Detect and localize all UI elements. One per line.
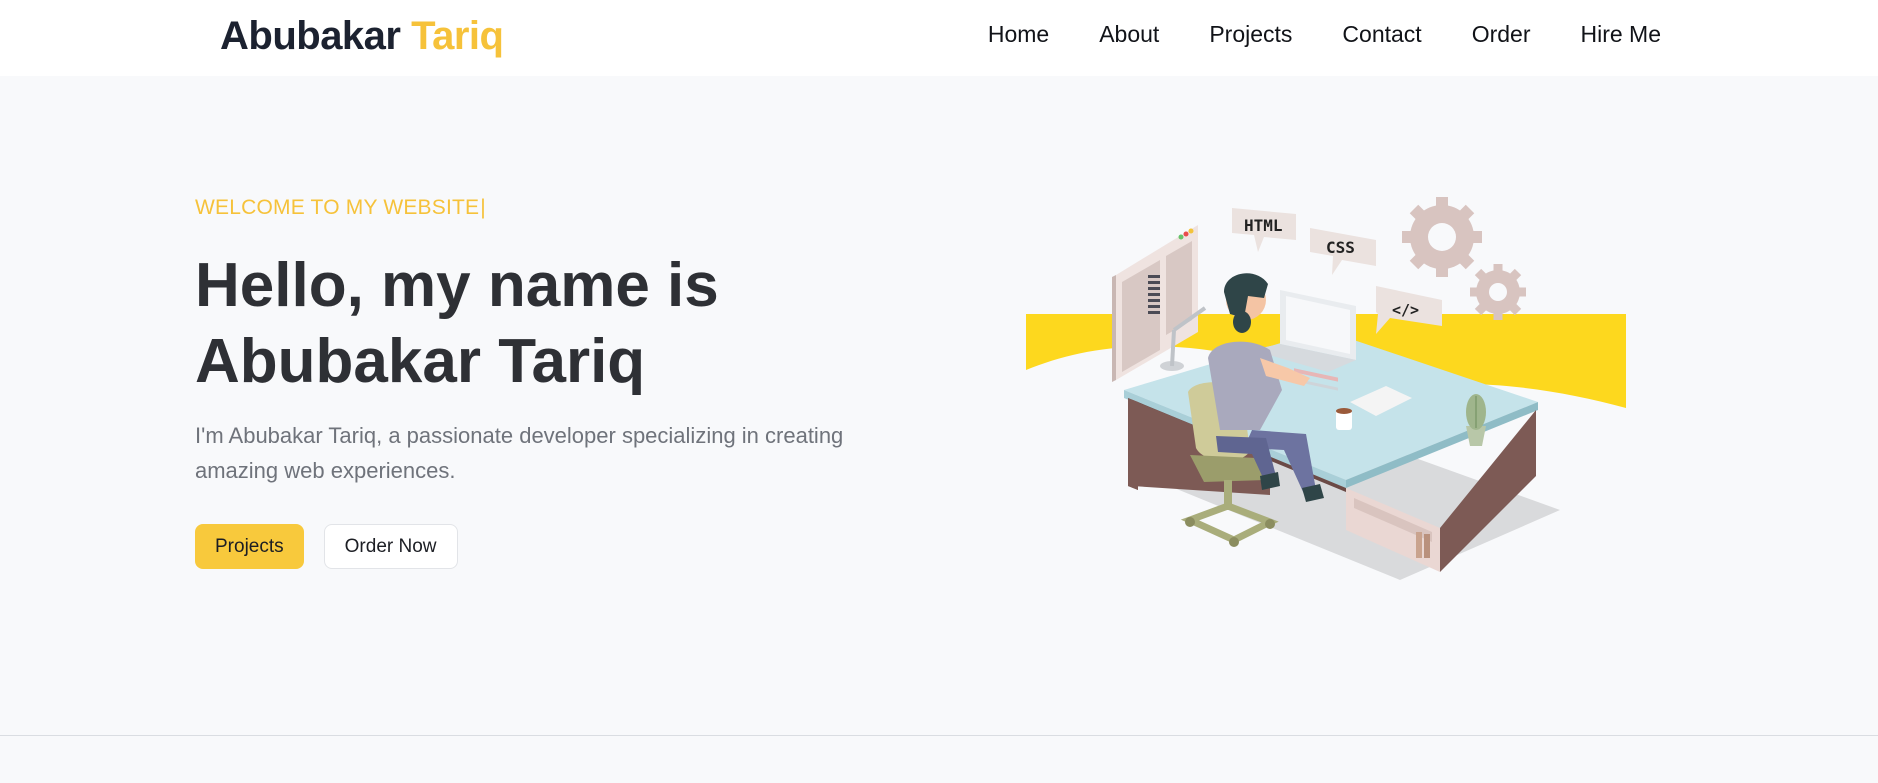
nav-contact[interactable]: Contact xyxy=(1342,18,1421,50)
coffee-cup-graphic xyxy=(1336,408,1352,430)
hero-buttons: Projects Order Now xyxy=(195,524,915,569)
main-nav: Home About Projects Contact Order Hire M… xyxy=(938,18,1661,50)
developer-desk-illustration: HTML CSS </> xyxy=(1026,197,1626,580)
small-gear-icon xyxy=(1470,264,1526,320)
gear-icon xyxy=(1402,197,1482,277)
hero-section: WELCOME TO MY WEBSITE| Hello, my name is… xyxy=(195,190,915,569)
site-header: Abubakar Tariq Home About Projects Conta… xyxy=(0,0,1878,76)
order-now-button[interactable]: Order Now xyxy=(323,524,458,569)
hero-subtext: I'm Abubakar Tariq, a passionate develop… xyxy=(195,423,844,483)
css-bubble-text: CSS xyxy=(1326,238,1355,257)
nav-order[interactable]: Order xyxy=(1472,18,1531,50)
browser-window-graphic xyxy=(1112,225,1198,382)
code-bubble-text: </> xyxy=(1392,301,1419,319)
hero-eyebrow: WELCOME TO MY WEBSITE| xyxy=(195,190,915,226)
headline-line-2: Abubakar Tariq xyxy=(195,327,646,396)
headline-line-1: Hello, my name is xyxy=(195,251,719,320)
eyebrow-text: WELCOME TO MY WEBSITE xyxy=(195,196,480,219)
typing-caret: | xyxy=(480,196,486,219)
html-bubble-text: HTML xyxy=(1244,216,1283,235)
css-bubble-icon: CSS xyxy=(1310,228,1376,275)
section-divider xyxy=(0,735,1878,736)
hero-headline: Hello, my name is Abubakar Tariq xyxy=(195,248,915,400)
nav-hire-me[interactable]: Hire Me xyxy=(1580,18,1661,50)
html-bubble-icon: HTML xyxy=(1232,208,1296,252)
logo-first-name: Abubakar xyxy=(220,14,401,58)
nav-home[interactable]: Home xyxy=(988,18,1049,50)
nav-about[interactable]: About xyxy=(1099,18,1159,50)
nav-projects[interactable]: Projects xyxy=(1209,18,1292,50)
site-logo[interactable]: Abubakar Tariq xyxy=(220,10,504,62)
logo-last-name: Tariq xyxy=(411,14,504,58)
cactus-plant-graphic xyxy=(1466,394,1486,446)
projects-button[interactable]: Projects xyxy=(195,524,304,569)
